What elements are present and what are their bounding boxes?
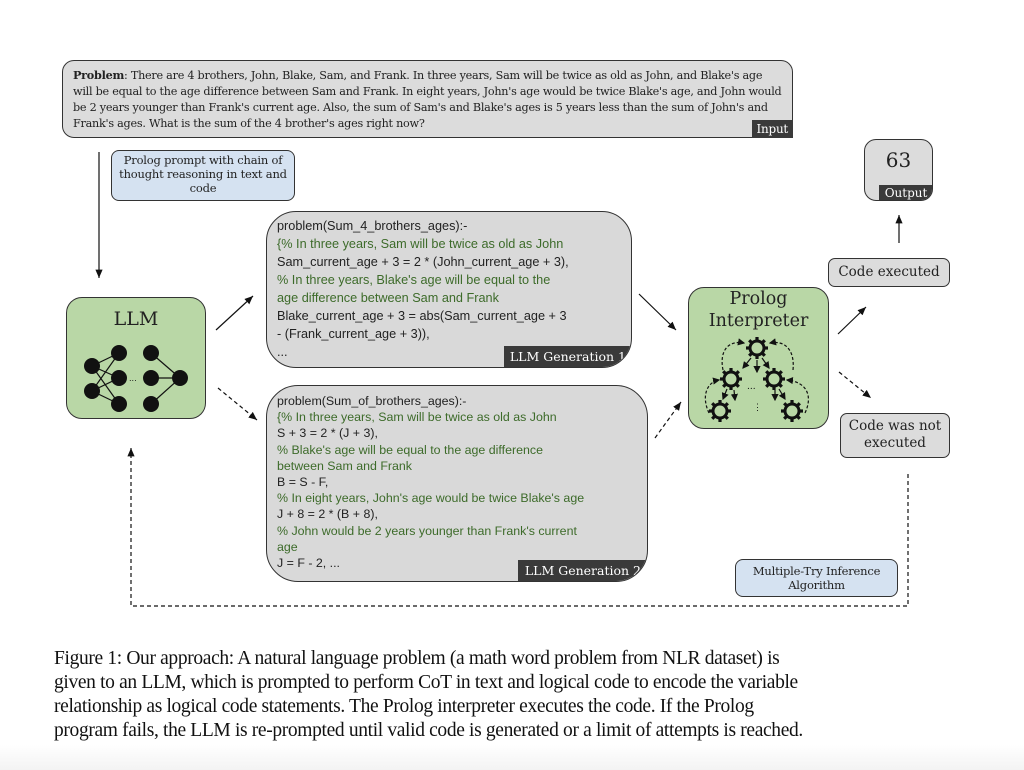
code-line: Sam_current_age + 3 = 2 * (John_current_… xyxy=(277,255,569,269)
code-comment-line: {% In three years, Sam will be twice as … xyxy=(277,410,557,425)
neural-network-icon: ... xyxy=(84,345,188,412)
multiple-try-inference-label: Multiple-Try Inference Algorithm xyxy=(752,564,881,592)
code-line: Blake_current_age + 3 = abs(Sam_current_… xyxy=(277,309,567,323)
arrow-gen2-to-interpreter xyxy=(654,401,682,439)
input-tag: Input xyxy=(751,120,793,138)
code-line: problem(Sum_4_brothers_ages):- xyxy=(277,219,468,233)
svg-text:⋮: ⋮ xyxy=(753,403,762,413)
code-line: S + 3 = 2 * (J + 3), xyxy=(277,426,378,441)
figure-caption: Figure 1: Our approach: A natural langua… xyxy=(54,647,954,743)
caption-line: Figure 1: Our approach: A natural langua… xyxy=(54,648,780,669)
code-line: B = S - F, xyxy=(277,475,329,490)
problem-input-box: Problem: There are 4 brothers, John, Bla… xyxy=(62,60,793,138)
gears-tree-icon: ... ⋮ xyxy=(704,335,809,424)
caption-line: relationship as logical code statements.… xyxy=(54,696,754,717)
problem-label: Problem xyxy=(73,68,125,82)
code-comment-line: age difference between Sam and Frank xyxy=(277,291,499,305)
generation-1-code: problem(Sum_4_brothers_ages):- {% In thre… xyxy=(277,217,621,361)
arrow-llm-to-gen1 xyxy=(215,295,254,331)
llm-box: LLM ... xyxy=(66,297,206,419)
prolog-interpreter-box: Prolog Interpreter ... ⋮ xyxy=(688,287,829,429)
output-box: 63 Output xyxy=(864,139,933,201)
llm-generation-1-box: problem(Sum_4_brothers_ages):- {% In thre… xyxy=(266,211,632,368)
arrow-interpreter-to-executed xyxy=(837,306,867,335)
code-not-executed-box: Code was not executed xyxy=(840,413,950,458)
code-line: problem(Sum_of_brothers_ages):- xyxy=(277,394,467,408)
code-comment-line: % In eight years, John's age would be tw… xyxy=(277,491,585,506)
llm-generation-1-tag: LLM Generation 1 xyxy=(503,346,631,367)
output-value: 63 xyxy=(885,148,912,172)
code-comment-line: % Blake's age will be equal to the age d… xyxy=(277,442,543,457)
code-not-executed-label: Code was not executed xyxy=(848,418,942,451)
arrow-llm-to-gen2 xyxy=(217,387,258,421)
llm-generation-2-tag: LLM Generation 2 xyxy=(517,559,647,581)
code-comment-line: {% In three years, Sam will be twice as … xyxy=(277,237,564,251)
caption-line: given to an LLM, which is prompted to pe… xyxy=(54,672,798,693)
prolog-prompt-text: Prolog prompt with chain of thought reas… xyxy=(119,153,287,195)
code-comment-line: % John would be 2 years younger than Fra… xyxy=(277,523,577,538)
arrow-interpreter-to-not-executed xyxy=(838,371,872,399)
output-tag: Output xyxy=(879,185,932,200)
code-comment-line: % In three years, Blake's age will be eq… xyxy=(277,273,551,287)
problem-text: : There are 4 brothers, John, Blake, Sam… xyxy=(73,69,782,130)
multiple-try-inference-box: Multiple-Try Inference Algorithm xyxy=(735,559,898,597)
code-comment-line: between Sam and Frank xyxy=(277,458,412,473)
svg-text:...: ... xyxy=(747,382,756,392)
svg-text:...: ... xyxy=(129,374,137,383)
code-line: - (Frank_current_age + 3)), xyxy=(277,327,430,341)
code-executed-label: Code executed xyxy=(838,264,940,280)
prolog-prompt-box: Prolog prompt with chain of thought reas… xyxy=(111,150,295,201)
arrow-gen1-to-interpreter xyxy=(638,293,677,331)
caption-line: program fails, the LLM is re-prompted un… xyxy=(54,720,803,741)
code-line: J + 8 = 2 * (B + 8), xyxy=(277,507,378,522)
llm-generation-2-box: problem(Sum_of_brothers_ages):- {% In thr… xyxy=(266,385,648,582)
code-comment-line: age xyxy=(277,539,298,554)
code-executed-box: Code executed xyxy=(828,258,950,287)
generation-2-code: problem(Sum_of_brothers_ages):- {% In thr… xyxy=(277,393,637,571)
